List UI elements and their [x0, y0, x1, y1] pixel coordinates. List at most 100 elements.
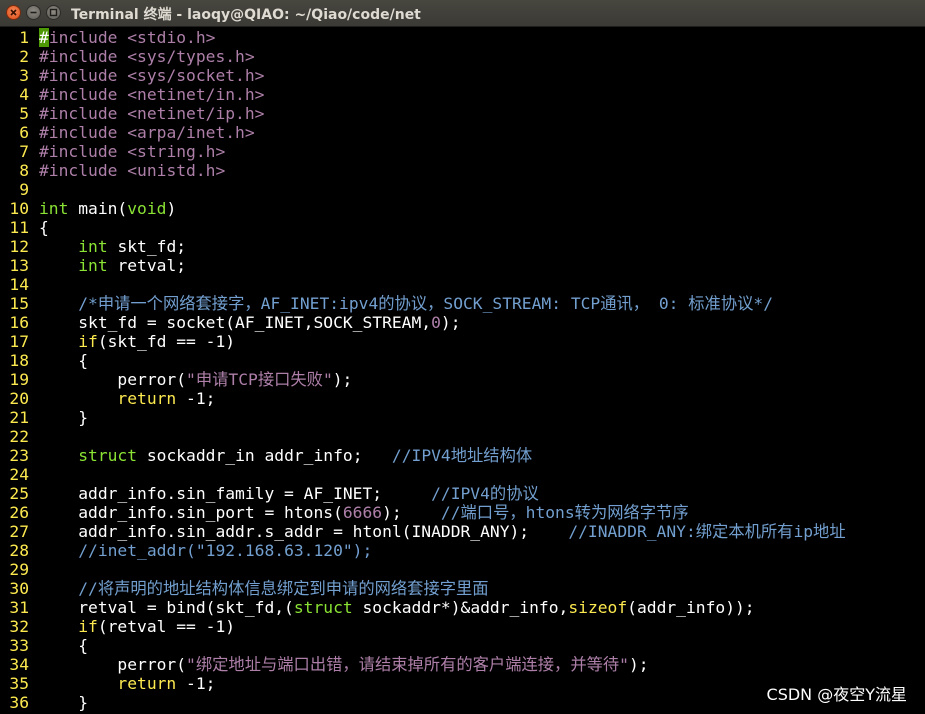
maximize-button[interactable] [46, 5, 61, 20]
code-token: //端口号，htons转为网络字节序 [440, 503, 689, 522]
code-text: #include <stdio.h> [39, 28, 215, 47]
code-line[interactable]: 19 perror("申请TCP接口失败"); [0, 370, 352, 389]
code-line[interactable]: 16 skt_fd = socket(AF_INET,SOCK_STREAM,0… [0, 313, 460, 332]
line-number: 22 [9, 427, 29, 446]
line-number: 10 [9, 199, 29, 218]
code-token: #include [39, 104, 128, 123]
line-number: 25 [9, 484, 29, 503]
code-token: skt_fd; [107, 237, 187, 256]
code-text: //将声明的地址结构体信息绑定到申请的网络套接字里面 [39, 579, 488, 598]
code-line[interactable]: 23 struct sockaddr_in addr_info; //IPV4地… [0, 446, 532, 465]
code-text: #include <unistd.h> [39, 161, 225, 180]
code-token: int [39, 199, 69, 218]
code-line[interactable]: 30 //将声明的地址结构体信息绑定到申请的网络套接字里面 [0, 579, 488, 598]
code-text: int skt_fd; [39, 237, 186, 256]
code-line[interactable]: 3 #include <sys/socket.h> [0, 66, 264, 85]
close-icon [10, 9, 17, 16]
code-token: <unistd.h> [127, 161, 226, 180]
code-line[interactable]: 33 { [0, 636, 88, 655]
code-text: #include <sys/socket.h> [39, 66, 264, 85]
code-line[interactable]: 8 #include <unistd.h> [0, 161, 225, 180]
line-number: 34 [9, 655, 29, 674]
code-token: sockaddr_in addr_info; [137, 446, 392, 465]
code-token: //INADDR_ANY:绑定本机所有ip地址 [568, 522, 846, 541]
line-number: 31 [9, 598, 29, 617]
code-line[interactable]: 28 //inet_addr("192.168.63.120"); [0, 541, 372, 560]
code-line[interactable]: 1 #include <stdio.h> [0, 28, 215, 47]
code-text: #include <sys/types.h> [39, 47, 255, 66]
code-token: //IPV4的协议 [431, 484, 539, 503]
code-line[interactable]: 10 int main(void) [0, 199, 176, 218]
code-line[interactable]: 14 [0, 275, 39, 294]
title-bar[interactable]: Terminal 终端 - laoqy@QIAO: ~/Qiao/code/ne… [0, 0, 925, 27]
code-line[interactable]: 26 addr_info.sin_port = htons(6666); //端… [0, 503, 689, 522]
code-line[interactable]: 34 perror("绑定地址与端口出错，请结束掉所有的客户端连接，并等待"); [0, 655, 648, 674]
line-number: 27 [9, 522, 29, 541]
code-line[interactable]: 9 [0, 180, 39, 199]
line-number: 4 [19, 85, 29, 104]
minimize-button[interactable] [26, 5, 41, 20]
line-number: 18 [9, 351, 29, 370]
code-line[interactable]: 11 { [0, 218, 49, 237]
code-line[interactable]: 21 } [0, 408, 88, 427]
code-line[interactable]: 31 retval = bind(skt_fd,(struct sockaddr… [0, 598, 755, 617]
code-token: struct [78, 446, 138, 465]
code-token: return [117, 674, 177, 693]
line-number: 24 [9, 465, 29, 484]
code-line[interactable]: 18 { [0, 351, 88, 370]
code-text: addr_info.sin_addr.s_addr = htonl(INADDR… [39, 522, 846, 541]
code-line[interactable]: 13 int retval; [0, 256, 186, 275]
code-line[interactable]: 5 #include <netinet/ip.h> [0, 104, 264, 123]
code-line[interactable]: 36 } [0, 693, 88, 712]
code-token: ); [332, 370, 353, 389]
code-line[interactable]: 27 addr_info.sin_addr.s_addr = htonl(INA… [0, 522, 846, 541]
code-token: <netinet/in.h> [127, 85, 265, 104]
line-number: 11 [9, 218, 29, 237]
code-line[interactable]: 22 [0, 427, 39, 446]
code-token: { [39, 218, 49, 237]
code-line[interactable]: 24 [0, 465, 39, 484]
watermark-text: CSDN @夜空Y流星 [766, 685, 907, 704]
code-token: perror( [39, 655, 187, 674]
code-text: struct sockaddr_in addr_info; //IPV4地址结构… [39, 446, 532, 465]
code-line[interactable]: 12 int skt_fd; [0, 237, 186, 256]
code-token: addr_info.sin_port = htons( [39, 503, 343, 522]
code-line[interactable]: 20 return -1; [0, 389, 215, 408]
code-text: perror("绑定地址与端口出错，请结束掉所有的客户端连接，并等待"); [39, 655, 648, 674]
code-text: #include <arpa/inet.h> [39, 123, 255, 142]
text-cursor: # [39, 28, 49, 47]
code-line[interactable]: 4 #include <netinet/in.h> [0, 85, 264, 104]
code-line[interactable]: 6 #include <arpa/inet.h> [0, 123, 255, 142]
code-line[interactable]: 32 if(retval == -1) [0, 617, 235, 636]
code-token: /*申请一个网络套接字，AF_INET:ipv4的协议，SOCK_STREAM:… [78, 294, 774, 313]
code-token: retval; [107, 256, 187, 275]
code-line[interactable]: 7 #include <string.h> [0, 142, 225, 161]
code-token: int [78, 256, 108, 275]
code-token: struct [293, 598, 353, 617]
code-line[interactable]: 25 addr_info.sin_family = AF_INET; //IPV… [0, 484, 539, 503]
code-text: addr_info.sin_family = AF_INET; //IPV4的协… [39, 484, 539, 503]
code-token: addr_info.sin_family = AF_INET; [39, 484, 432, 503]
line-number: 29 [9, 560, 29, 579]
code-token: sockaddr*)&addr_info, [352, 598, 569, 617]
line-number: 6 [19, 123, 29, 142]
code-text: } [39, 693, 88, 712]
code-token: <arpa/inet.h> [127, 123, 255, 142]
close-button[interactable] [6, 5, 21, 20]
line-number: 20 [9, 389, 29, 408]
code-text: #include <netinet/in.h> [39, 85, 264, 104]
code-line[interactable]: 29 [0, 560, 39, 579]
code-token: <sys/socket.h> [127, 66, 265, 85]
code-line[interactable]: 15 /*申请一个网络套接字，AF_INET:ipv4的协议，SOCK_STRE… [0, 294, 773, 313]
code-line[interactable]: 17 if(skt_fd == -1) [0, 332, 235, 351]
code-token: (addr_info)); [627, 598, 755, 617]
code-line[interactable]: 2 #include <sys/types.h> [0, 47, 255, 66]
code-line[interactable]: 35 return -1; [0, 674, 215, 693]
code-token: } [39, 693, 89, 712]
code-token: { [39, 351, 89, 370]
vim-editor[interactable]: 1 #include <stdio.h> 2 #include <sys/types.… [0, 27, 925, 714]
